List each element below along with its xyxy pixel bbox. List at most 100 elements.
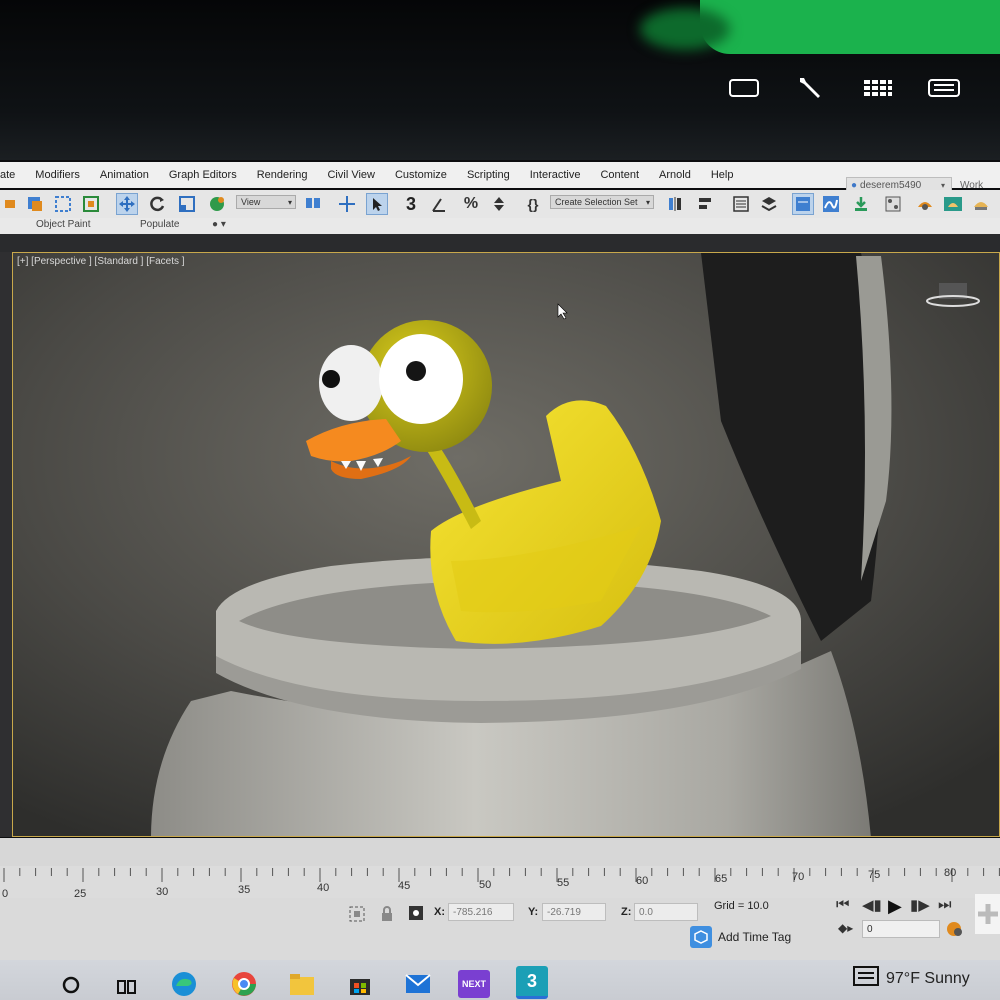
y-coordinate-label: Y: — [528, 906, 539, 918]
task-view-icon[interactable] — [112, 970, 140, 998]
current-frame-field[interactable]: 0 — [862, 920, 940, 938]
add-time-tag-button[interactable]: Add Time Tag — [690, 926, 800, 948]
mail-icon[interactable] — [404, 970, 432, 998]
keyboard-shortcut-icon[interactable] — [366, 193, 388, 215]
scene-render — [13, 253, 999, 836]
snap-label: 3 — [405, 193, 416, 214]
absolute-mode-icon[interactable] — [408, 905, 424, 926]
add-time-tag-label: Add Time Tag — [718, 930, 792, 944]
lock-icon[interactable] — [379, 905, 395, 928]
render-setup-icon[interactable] — [914, 193, 936, 215]
menu-item-interactive[interactable]: Interactive — [520, 169, 591, 181]
snap-toggle-icon[interactable]: 3 — [400, 193, 422, 215]
y-coordinate-field[interactable]: -26.719 — [542, 903, 606, 921]
tick-label: 70 — [792, 871, 805, 883]
region-select-icon[interactable] — [52, 193, 74, 215]
render-production-icon[interactable] — [970, 193, 992, 215]
menu-item-scripting[interactable]: Scripting — [457, 169, 520, 181]
align-icon[interactable] — [694, 193, 716, 215]
ribbon-tab-populate[interactable]: Populate — [140, 219, 179, 230]
x-coordinate-label: X: — [434, 906, 445, 918]
next-frame-icon[interactable]: ▮▶ — [910, 896, 930, 914]
create-selection-set-dropdown[interactable]: Create Selection Set — [550, 195, 654, 209]
rotate-icon[interactable] — [146, 193, 168, 215]
menu-item-graph-editors[interactable]: Graph Editors — [159, 169, 247, 181]
menu-item-create[interactable]: ate — [0, 169, 25, 181]
scale-icon[interactable] — [176, 193, 198, 215]
menu-item-modifiers[interactable]: Modifiers — [25, 169, 90, 181]
x-coordinate-field[interactable]: -785.216 — [448, 903, 514, 921]
window-icon[interactable] — [724, 72, 764, 104]
next-app-icon[interactable]: NEXT — [458, 970, 490, 998]
menu-item-customize[interactable]: Customize — [385, 169, 457, 181]
select-manipulate-icon[interactable] — [336, 193, 358, 215]
viewport-label[interactable]: [+] [Perspective ] [Standard ] [Facets ] — [17, 256, 185, 267]
menu-item-content[interactable]: Content — [590, 169, 649, 181]
wrench-icon[interactable] — [790, 72, 830, 104]
left-panel-edge — [0, 252, 12, 837]
placement-icon[interactable] — [206, 193, 228, 215]
go-to-end-icon[interactable]: ⏭ — [938, 896, 952, 913]
time-tag-icon — [690, 926, 712, 948]
eye-icon[interactable]: ● ▾ — [212, 219, 226, 230]
user-name: deserem5490 — [860, 179, 922, 191]
tick-label: 35 — [238, 884, 251, 896]
select-by-name-icon[interactable] — [24, 193, 46, 215]
play-icon[interactable]: ▶ — [888, 896, 902, 917]
percent-snap-icon[interactable]: % — [460, 193, 482, 215]
curve-editor-icon[interactable] — [820, 193, 842, 215]
key-mode-icon[interactable]: ◆▸ — [838, 921, 853, 935]
rendered-frame-window-icon[interactable] — [942, 193, 964, 215]
grid-icon[interactable] — [858, 72, 898, 104]
windows-taskbar — [0, 960, 1000, 1000]
chrome-icon[interactable] — [230, 970, 258, 998]
previous-frame-icon[interactable]: ◀▮ — [862, 896, 882, 914]
tick-label: 55 — [557, 877, 570, 889]
3ds-max-label: 3 — [526, 970, 537, 991]
store-icon[interactable] — [346, 970, 374, 998]
perspective-viewport[interactable] — [12, 252, 1000, 837]
user-icon: ● — [851, 179, 858, 191]
ribbon-toggle-icon[interactable] — [792, 193, 814, 215]
timeline-ruler[interactable] — [0, 866, 1000, 898]
green-window-background — [700, 0, 1000, 54]
mirror-icon[interactable] — [664, 193, 686, 215]
weather-widget[interactable]: 97°F Sunny — [852, 964, 970, 993]
search-icon[interactable] — [56, 970, 84, 998]
chevron-down-icon: ▾ — [940, 180, 945, 190]
menu-item-help[interactable]: Help — [701, 169, 744, 181]
edit-named-selection-icon[interactable]: {} — [522, 193, 544, 215]
z-coordinate-field[interactable]: 0.0 — [634, 903, 698, 921]
menu-item-animation[interactable]: Animation — [90, 169, 159, 181]
weather-text: 97°F Sunny — [886, 969, 970, 987]
add-button[interactable] — [975, 894, 1000, 934]
menu-item-civil-view[interactable]: Civil View — [317, 169, 384, 181]
3ds-max-icon[interactable]: 3 — [516, 966, 548, 999]
go-to-start-icon[interactable]: ⏮ — [836, 896, 850, 913]
pivot-point-icon[interactable] — [302, 193, 324, 215]
move-icon[interactable] — [116, 193, 138, 215]
time-configuration-icon[interactable] — [944, 918, 966, 945]
z-coordinate-label: Z: — [621, 906, 632, 918]
layer-explorer-icon[interactable] — [758, 193, 780, 215]
schematic-view-icon[interactable] — [850, 193, 872, 215]
tick-label: 30 — [156, 886, 169, 898]
reference-coordinate-dropdown[interactable]: View — [236, 195, 296, 209]
list-window-icon[interactable] — [924, 72, 964, 104]
menu-item-arnold[interactable]: Arnold — [649, 169, 701, 181]
ribbon-tab-object-paint[interactable]: Object Paint — [36, 219, 90, 230]
menu-item-rendering[interactable]: Rendering — [247, 169, 318, 181]
link-icon[interactable] — [0, 193, 22, 215]
monitor-screen: ate Modifiers Animation Graph Editors Re… — [0, 0, 1000, 1000]
selection-lock-icon[interactable] — [348, 905, 366, 928]
file-explorer-icon[interactable] — [288, 970, 316, 998]
scene-explorer-icon[interactable] — [730, 193, 752, 215]
material-editor-icon[interactable] — [882, 193, 904, 215]
window-crossing-icon[interactable] — [80, 193, 102, 215]
tick-label: 75 — [868, 869, 881, 881]
tick-label: 40 — [317, 882, 330, 894]
edge-browser-icon[interactable] — [170, 970, 198, 998]
next-app-label: NEXT — [461, 979, 486, 989]
angle-snap-icon[interactable] — [430, 193, 452, 215]
spinner-snap-icon[interactable] — [488, 193, 510, 215]
